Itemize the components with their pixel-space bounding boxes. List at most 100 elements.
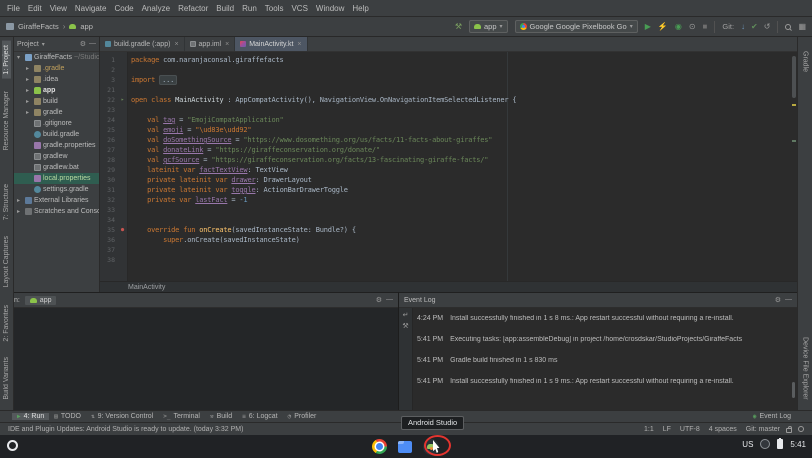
code-line: 25 val emoji = "\ud83e\udd92" <box>100 125 797 135</box>
close-icon[interactable]: × <box>174 41 178 48</box>
git-commit-icon[interactable]: ✔ <box>751 23 758 31</box>
run-tab-app[interactable]: app <box>25 296 57 305</box>
menu-build[interactable]: Build <box>212 4 238 13</box>
git-revert-icon[interactable]: ↺ <box>764 23 771 31</box>
git-update-icon[interactable]: ↓ <box>741 23 745 31</box>
close-icon[interactable]: × <box>297 41 301 48</box>
apply-changes-icon[interactable]: ⚡ <box>658 23 668 31</box>
device-selector[interactable]: Google Google Pixelbook Go ▾ <box>515 20 638 33</box>
menu-file[interactable]: File <box>3 4 24 13</box>
menu-run[interactable]: Run <box>238 4 261 13</box>
menu-help[interactable]: Help <box>348 4 372 13</box>
tool-stripe-2-favorites[interactable]: 2: Favorites <box>2 301 11 346</box>
chrome-icon[interactable] <box>372 439 387 454</box>
tool-tab-event-log[interactable]: ◉Event Log <box>748 413 796 420</box>
tool-stripe-gradle[interactable]: Gradle <box>801 47 810 76</box>
menu-refactor[interactable]: Refactor <box>174 4 212 13</box>
breadcrumb-module[interactable]: app <box>80 22 93 31</box>
status-1-1[interactable]: 1:1 <box>644 426 654 433</box>
tool-tab-4-run[interactable]: ▶4: Run <box>12 413 49 420</box>
lock-icon[interactable] <box>786 428 792 433</box>
settings-icon[interactable]: ⚙ <box>80 40 86 48</box>
settings-icon[interactable]: ⚙ <box>775 296 781 304</box>
project-view-selector[interactable]: Project <box>17 41 39 48</box>
close-icon[interactable]: × <box>225 41 229 48</box>
tree-item-build[interactable]: ▸build <box>14 96 99 107</box>
status-message[interactable]: IDE and Plugin Updates: Android Studio i… <box>8 426 243 433</box>
tool-stripe-layout-captures[interactable]: Layout Captures <box>2 232 11 291</box>
hide-panel-icon[interactable]: — <box>89 40 96 48</box>
files-app-icon[interactable] <box>398 441 412 453</box>
system-tray[interactable]: US 5:41 <box>742 439 806 449</box>
tree-item-settings-gradle[interactable]: settings.gradle <box>14 184 99 195</box>
notifications-icon[interactable] <box>798 426 804 432</box>
build-icon[interactable]: ⚒ <box>455 23 462 31</box>
editor-breadcrumb[interactable]: MainActivity <box>100 281 797 292</box>
tree-item-app[interactable]: ▸app <box>14 85 99 96</box>
debug-icon[interactable]: ◉ <box>675 23 682 31</box>
tool-stripe-7-structure[interactable]: 7: Structure <box>2 180 11 224</box>
tree-item-local-properties[interactable]: local.properties <box>14 173 99 184</box>
profile-icon[interactable]: ⊙ <box>689 23 696 31</box>
status-lf[interactable]: LF <box>663 426 671 433</box>
editor-tab-app-iml[interactable]: app.iml× <box>185 37 236 51</box>
line-number: 33 <box>100 206 117 214</box>
status-git-master[interactable]: Git: master <box>746 426 780 433</box>
breadcrumb-project[interactable]: GiraffeFacts <box>18 22 59 31</box>
tree-item-external-libraries[interactable]: ▸External Libraries <box>14 195 99 206</box>
tool-tab-terminal[interactable]: >_Terminal <box>158 413 205 420</box>
code-editor[interactable]: 1package com.naranjaconsal.giraffefacts2… <box>100 52 797 281</box>
editor-tab-build-gradle-app[interactable]: build.gradle (:app)× <box>100 37 185 51</box>
menu-code[interactable]: Code <box>110 4 137 13</box>
tree-item-build-gradle[interactable]: build.gradle <box>14 129 99 140</box>
run-console-output[interactable] <box>14 308 398 410</box>
clock[interactable]: 5:41 <box>790 440 806 449</box>
tree-item-gradle-properties[interactable]: gradle.properties <box>14 140 99 151</box>
tree-item-gradle[interactable]: ▸.gradle <box>14 63 99 74</box>
menu-window[interactable]: Window <box>312 4 348 13</box>
settings-icon[interactable]: ▦ <box>798 23 806 31</box>
soft-wrap-icon[interactable]: ↵ <box>403 312 409 319</box>
menu-vcs[interactable]: VCS <box>287 4 311 13</box>
settings-icon[interactable]: ⚒ <box>402 323 408 330</box>
tool-stripe-1-project[interactable]: 1: Project <box>2 41 11 79</box>
status-utf-8[interactable]: UTF-8 <box>680 426 700 433</box>
tool-tab-build[interactable]: ⚒Build <box>205 413 237 420</box>
search-everywhere-icon[interactable] <box>785 24 791 30</box>
tool-stripe-device-file-explorer[interactable]: Device File Explorer <box>801 333 810 404</box>
tree-item-gradlew[interactable]: gradlew <box>14 151 99 162</box>
tree-item-gradlew-bat[interactable]: gradlew.bat <box>14 162 99 173</box>
tree-item-gradle[interactable]: ▸gradle <box>14 107 99 118</box>
tool-tab-profiler[interactable]: ◔Profiler <box>283 413 322 420</box>
menu-view[interactable]: View <box>46 4 71 13</box>
tool-tab-9-version-control[interactable]: ⇅9: Version Control <box>86 413 158 420</box>
run-icon[interactable]: ▶ <box>645 23 651 31</box>
menu-tools[interactable]: Tools <box>261 4 288 13</box>
menu-analyze[interactable]: Analyze <box>138 4 174 13</box>
keyboard-layout[interactable]: US <box>742 440 753 449</box>
tool-stripe-build-variants[interactable]: Build Variants <box>2 353 11 404</box>
hide-panel-icon[interactable]: — <box>785 296 792 304</box>
hide-panel-icon[interactable]: — <box>386 296 393 304</box>
line-number: 29 <box>100 166 117 174</box>
launcher-button[interactable] <box>7 440 18 451</box>
tool-tab-6-logcat[interactable]: ≡6: Logcat <box>237 413 282 420</box>
line-number: 22 <box>100 96 117 104</box>
breadcrumb-chevron-icon: › <box>63 22 66 31</box>
4-run-icon: ▶ <box>17 413 21 420</box>
tree-item-giraffefacts[interactable]: ▾GiraffeFacts ~/StudioProjects/GiraffeFa… <box>14 52 99 63</box>
menu-edit[interactable]: Edit <box>24 4 46 13</box>
tree-item-scratches-and-consoles[interactable]: ▸Scratches and Consoles <box>14 206 99 217</box>
stop-icon[interactable]: ■ <box>703 23 708 31</box>
menu-navigate[interactable]: Navigate <box>71 4 111 13</box>
tool-tab-todo[interactable]: ▤TODO <box>49 413 86 420</box>
settings-icon[interactable]: ⚙ <box>376 296 382 304</box>
os-taskbar: US 5:41 <box>0 435 812 458</box>
event-log-scrollbar[interactable] <box>792 382 795 398</box>
tree-item-idea[interactable]: ▸.idea <box>14 74 99 85</box>
tool-stripe-resource-manager[interactable]: Resource Manager <box>2 87 11 155</box>
editor-tab-mainactivity-kt[interactable]: MainActivity.kt× <box>235 37 307 51</box>
status-4-spaces[interactable]: 4 spaces <box>709 426 737 433</box>
tree-item-gitignore[interactable]: .gitignore <box>14 118 99 129</box>
run-config-selector[interactable]: app ▾ <box>469 20 508 33</box>
